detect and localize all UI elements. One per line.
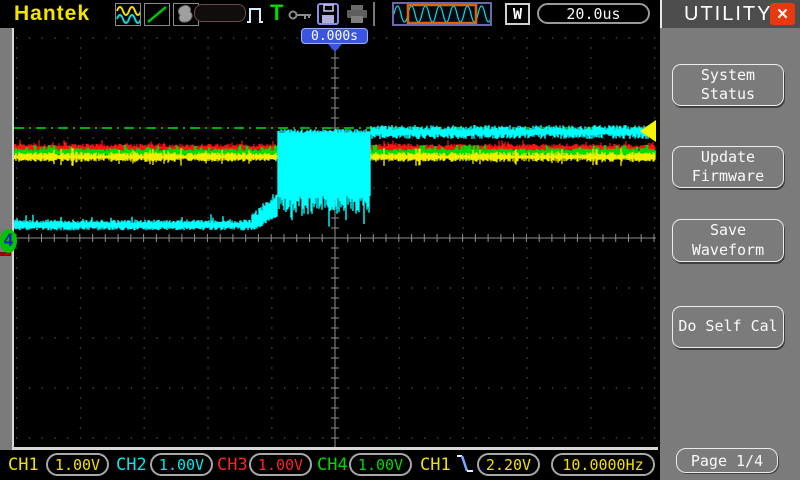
update-firmware-button[interactable]: Update Firmware: [672, 146, 784, 188]
page-button[interactable]: Page 1/4: [676, 448, 778, 473]
window-mode-icon[interactable]: W: [505, 3, 530, 25]
ch4-label: CH4: [317, 455, 348, 475]
top-toolbar: Hantek T W 20.0us: [0, 0, 660, 28]
system-status-button[interactable]: System Status: [672, 64, 784, 106]
toolbar-divider: [373, 2, 375, 26]
trigger-frequency-pill[interactable]: 10.0000Hz: [551, 453, 655, 476]
channel-status-bar: CH1 1.00V CH2 1.00V CH3 1.00V CH4 1.00V …: [0, 450, 658, 480]
status-readout-field: [194, 4, 246, 22]
oscilloscope-app: Hantek T W 20.0us 0.000s 4 CH1 1.00V CH2…: [0, 0, 800, 480]
hantek-logo: Hantek: [14, 2, 91, 25]
ch2-label: CH2: [116, 455, 147, 475]
close-icon[interactable]: ✕: [770, 3, 795, 25]
trigger-source-label: CH1: [420, 455, 451, 475]
ch4-position-marker[interactable]: 4: [0, 229, 17, 253]
diagonal-line-icon[interactable]: [144, 3, 170, 26]
menu-header: UTILITY ✕: [660, 0, 800, 28]
save-floppy-icon[interactable]: [317, 3, 339, 29]
utility-menu-panel: UTILITY ✕ System Status Update Firmware …: [660, 0, 800, 480]
scope-graticule: [14, 28, 656, 447]
waveform-screen: [14, 28, 656, 447]
ch1-scale-pill[interactable]: 1.00V: [46, 453, 109, 476]
trigger-position-pointer[interactable]: [328, 44, 342, 52]
menu-title: UTILITY: [684, 3, 773, 25]
ch4-scale-pill[interactable]: 1.00V: [349, 453, 412, 476]
trigger-position-tag[interactable]: 0.000s: [301, 28, 368, 44]
save-waveform-button[interactable]: Save Waveform: [672, 219, 784, 262]
ch3-scale-pill[interactable]: 1.00V: [249, 453, 312, 476]
printer-icon[interactable]: [345, 4, 369, 28]
trigger-t-icon[interactable]: T: [270, 0, 283, 26]
timebase-readout[interactable]: 20.0us: [537, 3, 650, 24]
key-icon[interactable]: [288, 7, 314, 26]
do-self-cal-button[interactable]: Do Self Cal: [672, 306, 784, 348]
pulse-trigger-icon[interactable]: [246, 4, 266, 28]
falling-edge-icon[interactable]: [456, 453, 474, 479]
ch1-label: CH1: [8, 455, 39, 475]
horizontal-preview[interactable]: [392, 2, 493, 26]
ch2-scale-pill[interactable]: 1.00V: [150, 453, 213, 476]
waveform-display-icon[interactable]: [115, 3, 142, 26]
ch3-label: CH3: [217, 455, 248, 475]
trigger-level-pill[interactable]: 2.20V: [477, 453, 540, 476]
